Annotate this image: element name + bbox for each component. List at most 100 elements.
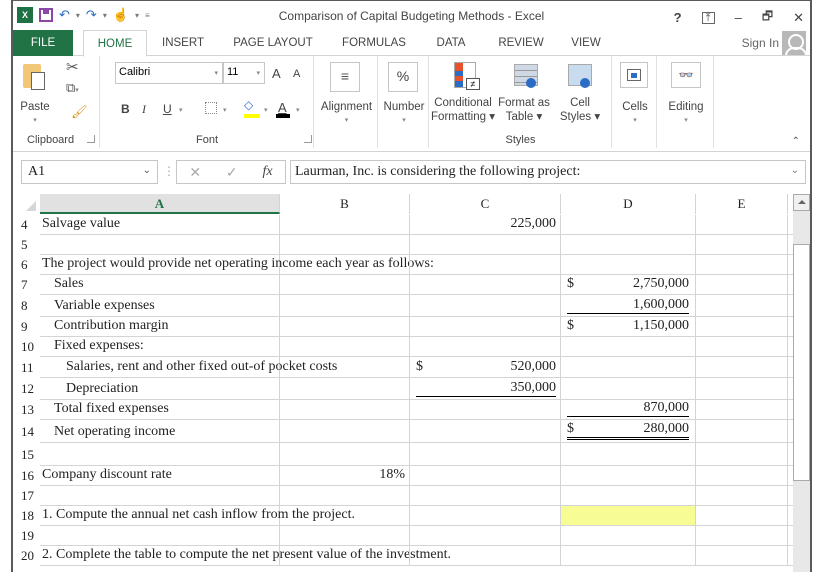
- cell-b20[interactable]: [280, 546, 410, 565]
- shrink-font-icon[interactable]: A: [293, 68, 300, 80]
- cell-c11[interactable]: $520,000: [410, 357, 561, 377]
- cell-b8[interactable]: [280, 295, 410, 316]
- font-launcher-icon[interactable]: [304, 135, 312, 143]
- vertical-scrollbar[interactable]: [793, 194, 810, 572]
- cell-d15[interactable]: [561, 443, 696, 465]
- cell-c20[interactable]: [410, 546, 561, 565]
- cell-d13[interactable]: 870,000: [561, 400, 696, 419]
- cell-c13[interactable]: [410, 400, 561, 419]
- cell-b12[interactable]: [280, 378, 410, 399]
- alignment-group[interactable]: ≡ Alignment ▾: [315, 56, 378, 148]
- cells-group[interactable]: Cells ▾: [613, 56, 657, 148]
- cell-a8[interactable]: Variable expenses: [40, 295, 280, 316]
- clipboard-launcher-icon[interactable]: [87, 135, 95, 143]
- cell-b10[interactable]: [280, 337, 410, 356]
- row-header[interactable]: 12: [13, 378, 40, 400]
- cell-e20[interactable]: [696, 546, 788, 565]
- column-header-d[interactable]: D: [561, 194, 696, 214]
- format-painter-icon[interactable]: 🖌: [71, 104, 88, 120]
- cell-e5[interactable]: [696, 235, 788, 254]
- cell-a10[interactable]: Fixed expenses:: [40, 337, 280, 356]
- cell-d14[interactable]: $280,000: [561, 420, 696, 442]
- minimize-icon[interactable]: –: [735, 10, 742, 25]
- cell-d10[interactable]: [561, 337, 696, 356]
- cell-c10[interactable]: [410, 337, 561, 356]
- close-icon[interactable]: ✕: [793, 10, 804, 26]
- row-header[interactable]: 10: [13, 337, 40, 357]
- tab-insert[interactable]: INSERT: [158, 30, 208, 56]
- scroll-thumb[interactable]: [793, 244, 810, 481]
- cell-e11[interactable]: [696, 357, 788, 377]
- cell-e12[interactable]: [696, 378, 788, 399]
- select-all-corner[interactable]: [13, 194, 40, 214]
- cell-b15[interactable]: [280, 443, 410, 465]
- row-header[interactable]: 6: [13, 255, 40, 275]
- scroll-up-button[interactable]: [793, 194, 810, 211]
- cell-c8[interactable]: [410, 295, 561, 316]
- cell-e15[interactable]: [696, 443, 788, 465]
- cell-a17[interactable]: [40, 486, 280, 505]
- underline-dropdown-icon[interactable]: ▾: [179, 106, 183, 114]
- cell-b14[interactable]: [280, 420, 410, 442]
- row-header[interactable]: 17: [13, 486, 40, 506]
- cell-d17[interactable]: [561, 486, 696, 505]
- formula-input[interactable]: Laurman, Inc. is considering the followi…: [290, 160, 806, 184]
- italic-button[interactable]: I: [142, 102, 146, 117]
- tab-data[interactable]: DATA: [431, 30, 471, 56]
- cell-b19[interactable]: [280, 526, 410, 545]
- row-header[interactable]: 20: [13, 546, 40, 566]
- sign-in[interactable]: Sign In: [742, 31, 806, 55]
- bold-button[interactable]: B: [121, 102, 130, 116]
- cell-e14[interactable]: [696, 420, 788, 442]
- cell-c5[interactable]: [410, 235, 561, 254]
- cell-b4[interactable]: [280, 215, 410, 234]
- name-box-dropdown-icon[interactable]: ⌄: [143, 165, 151, 176]
- cell-a7[interactable]: Sales: [40, 275, 280, 294]
- collapse-ribbon-icon[interactable]: ⌃: [792, 136, 800, 147]
- row-header[interactable]: 19: [13, 526, 40, 546]
- paste-dropdown-icon[interactable]: ▾: [21, 114, 49, 128]
- cell-c16[interactable]: [410, 466, 561, 485]
- copy-icon[interactable]: ⧉▾: [66, 80, 79, 96]
- cell-b16[interactable]: 18%: [280, 466, 410, 485]
- cell-b5[interactable]: [280, 235, 410, 254]
- font-color-dropdown-icon[interactable]: ▾: [296, 106, 300, 114]
- cell-b6[interactable]: [280, 255, 410, 274]
- cell-d6[interactable]: [561, 255, 696, 274]
- cell-a18[interactable]: 1. Compute the annual net cash inflow fr…: [40, 506, 355, 525]
- cell-d7[interactable]: $2,750,000: [561, 275, 696, 294]
- cell-c15[interactable]: [410, 443, 561, 465]
- row-header[interactable]: 16: [13, 466, 40, 486]
- tab-review[interactable]: REVIEW: [493, 30, 549, 56]
- cell-c12[interactable]: 350,000: [410, 378, 561, 399]
- cell-a6[interactable]: The project would provide net operating …: [40, 255, 434, 274]
- row-header[interactable]: 5: [13, 235, 40, 255]
- font-size-dropdown-icon[interactable]: ▾: [256, 69, 260, 77]
- cell-b7[interactable]: [280, 275, 410, 294]
- sign-in-label[interactable]: Sign In: [742, 36, 779, 50]
- cell-a5[interactable]: [40, 235, 280, 254]
- editing-group[interactable]: 👓 Editing ▾: [658, 56, 714, 148]
- cell-e6[interactable]: [696, 255, 788, 274]
- row-header[interactable]: 8: [13, 295, 40, 317]
- column-header-b[interactable]: B: [280, 194, 410, 214]
- cell-a12[interactable]: Depreciation: [40, 378, 280, 399]
- cell-c19[interactable]: [410, 526, 561, 545]
- cell-e17[interactable]: [696, 486, 788, 505]
- cell-a11[interactable]: Salaries, rent and other fixed out-of po…: [40, 357, 337, 377]
- row-header[interactable]: 13: [13, 400, 40, 420]
- cell-a4[interactable]: Salvage value: [40, 215, 280, 234]
- underline-button[interactable]: U: [163, 102, 172, 116]
- conditional-formatting-button[interactable]: ≠ Conditional Formatting ▾: [430, 56, 496, 126]
- cell-d8[interactable]: 1,600,000: [561, 295, 696, 316]
- ribbon-display-options-icon[interactable]: ⤒: [701, 11, 715, 24]
- cell-c18[interactable]: [410, 506, 561, 525]
- fill-color-icon[interactable]: ◇: [244, 98, 253, 112]
- tab-view[interactable]: VIEW: [568, 30, 604, 56]
- formula-bar-resize-handle[interactable]: ⋮: [163, 164, 175, 178]
- cell-c4[interactable]: 225,000: [410, 215, 561, 234]
- row-header[interactable]: 7: [13, 275, 40, 295]
- cell-e8[interactable]: [696, 295, 788, 316]
- cell-d12[interactable]: [561, 378, 696, 399]
- column-header-c[interactable]: C: [410, 194, 561, 214]
